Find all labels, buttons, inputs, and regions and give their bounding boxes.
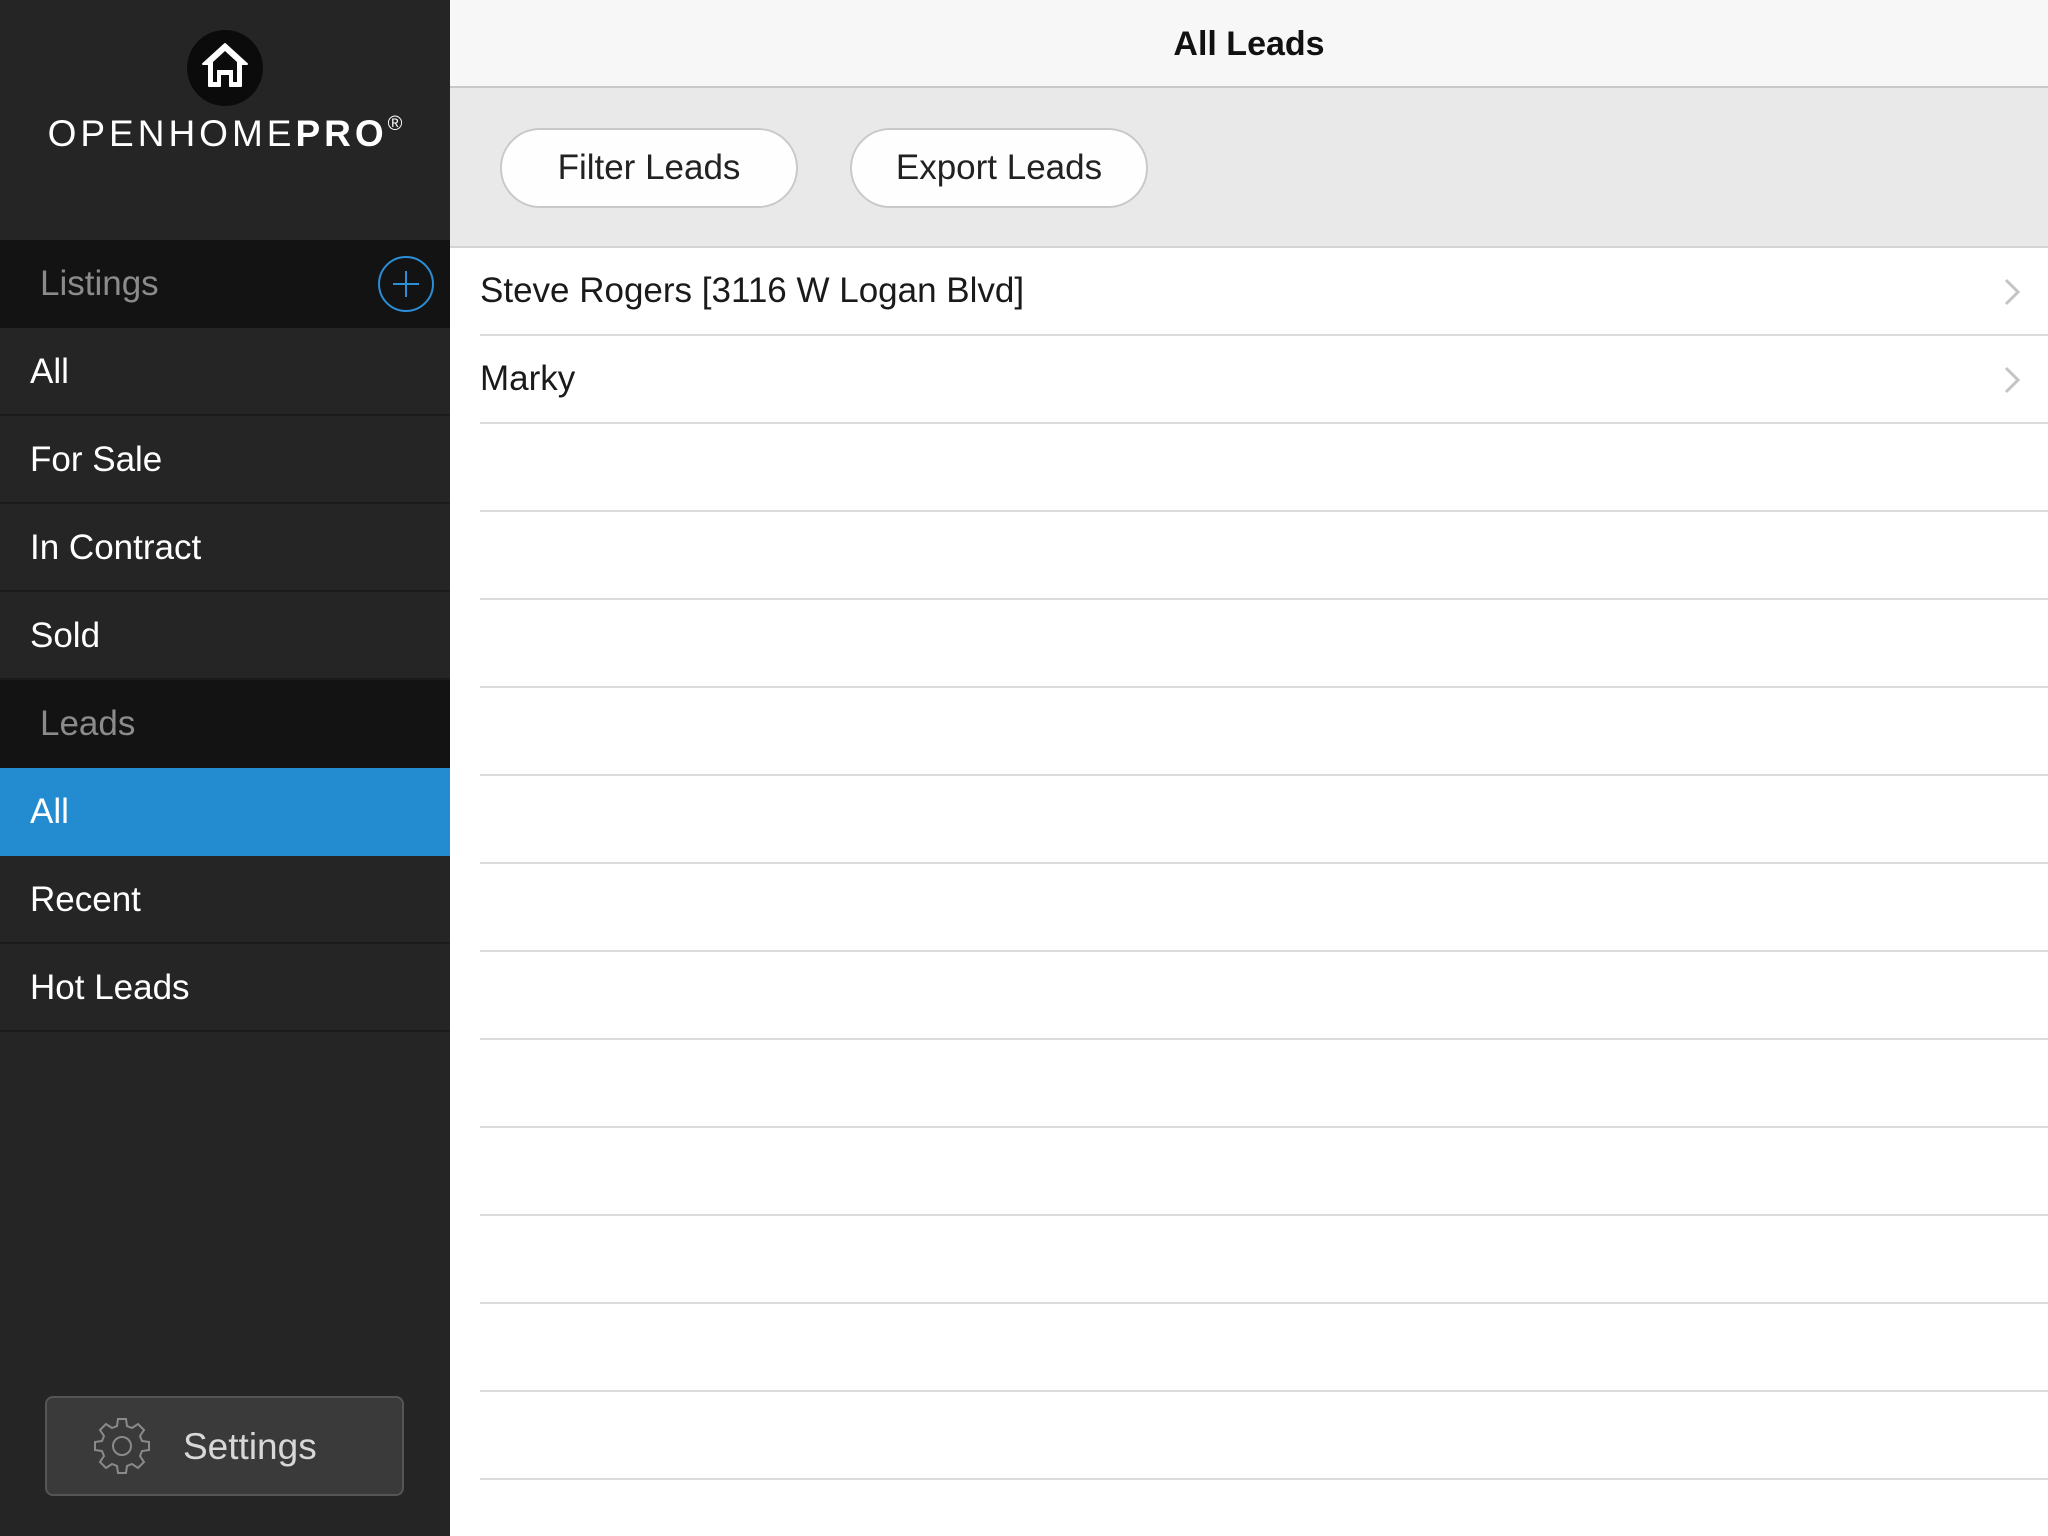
empty-row: [480, 1216, 2048, 1304]
empty-row: [480, 864, 2048, 952]
listings-section-header: Listings: [0, 240, 450, 328]
gear-icon: [94, 1418, 150, 1474]
sidebar-item-hot-leads[interactable]: Hot Leads: [0, 944, 450, 1032]
house-icon: [187, 30, 263, 106]
lead-row[interactable]: Steve Rogers [3116 W Logan Blvd]: [480, 248, 2048, 336]
leads-section-header: Leads: [0, 680, 450, 768]
filter-leads-button[interactable]: Filter Leads: [500, 128, 798, 208]
chevron-right-icon: [2004, 366, 2020, 394]
nav-bar: All Leads: [450, 0, 2048, 88]
empty-row: [480, 688, 2048, 776]
empty-row: [480, 776, 2048, 864]
chevron-right-icon: [2004, 278, 2020, 306]
listings-header-label: Listings: [40, 264, 159, 303]
settings-label: Settings: [183, 1426, 317, 1467]
export-leads-button[interactable]: Export Leads: [850, 128, 1148, 208]
brand-name: OPENHOMEPRO®: [0, 113, 450, 155]
add-listing-button[interactable]: [378, 256, 434, 312]
settings-button[interactable]: Settings: [45, 1396, 404, 1496]
main-panel: All Leads Filter Leads Export Leads Stev…: [450, 0, 2048, 1536]
registered-mark: ®: [387, 113, 403, 135]
sidebar-item-sold[interactable]: Sold: [0, 592, 450, 680]
empty-row: [480, 512, 2048, 600]
empty-row: [480, 1040, 2048, 1128]
lead-name: Steve Rogers [3116 W Logan Blvd]: [480, 271, 1025, 310]
leads-header-label: Leads: [40, 704, 136, 743]
brand-name-light: OPENHOME: [47, 113, 296, 154]
empty-row: [480, 1128, 2048, 1216]
brand-logo: OPENHOMEPRO®: [0, 0, 450, 240]
sidebar: OPENHOMEPRO® Listings All For Sale In Co…: [0, 0, 450, 1536]
sidebar-item-in-contract[interactable]: In Contract: [0, 504, 450, 592]
lead-name: Marky: [480, 359, 576, 398]
app-window: OPENHOMEPRO® Listings All For Sale In Co…: [0, 0, 2048, 1536]
lead-row[interactable]: Marky: [480, 336, 2048, 424]
leads-toolbar: Filter Leads Export Leads: [450, 88, 2048, 248]
empty-row: [480, 1392, 2048, 1480]
page-title: All Leads: [1173, 25, 1325, 63]
sidebar-item-listings-all[interactable]: All: [0, 328, 450, 416]
brand-name-bold: PRO: [295, 113, 388, 154]
sidebar-item-leads-all[interactable]: All: [0, 768, 450, 856]
empty-row: [480, 424, 2048, 512]
sidebar-item-for-sale[interactable]: For Sale: [0, 416, 450, 504]
empty-row: [480, 600, 2048, 688]
sidebar-item-recent[interactable]: Recent: [0, 856, 450, 944]
empty-row: [480, 1304, 2048, 1392]
empty-row: [480, 952, 2048, 1040]
